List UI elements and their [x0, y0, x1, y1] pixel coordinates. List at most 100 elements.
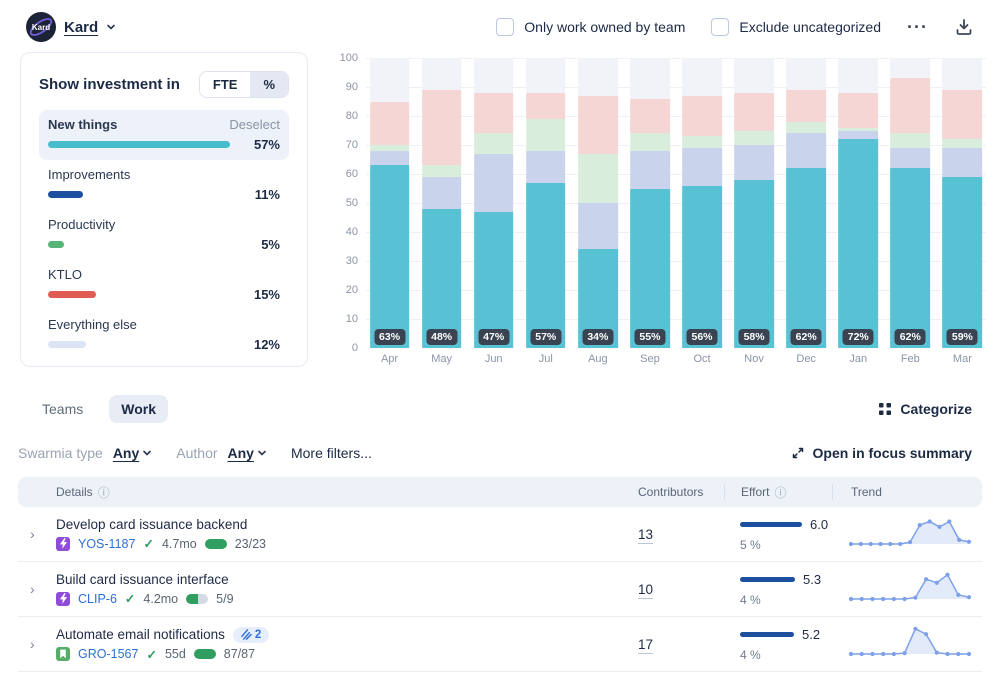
category-row-productivity[interactable]: Productivity5% [39, 210, 289, 260]
topbar: Kard Kard Only work owned by team Exclud… [0, 0, 1000, 50]
trend-sparkline [846, 512, 974, 552]
info-icon[interactable]: ⓘ [98, 484, 110, 501]
category-color-bar [48, 241, 64, 248]
bar-column-feb[interactable]: 62%Feb [888, 58, 933, 348]
bar-column-jun[interactable]: 47%Jun [471, 58, 516, 348]
fte-percent-toggle: FTE % [199, 71, 289, 98]
x-tick-label: Jan [836, 353, 881, 365]
bar-column-nov[interactable]: 58%Nov [732, 58, 777, 348]
work-item-title[interactable]: Develop card issuance backend [56, 517, 247, 532]
bar-stack [786, 58, 826, 348]
bar-column-oct[interactable]: 56%Oct [679, 58, 724, 348]
tab-teams[interactable]: Teams [30, 395, 95, 423]
bar-segment-new-things [474, 212, 514, 348]
row-expander-icon[interactable]: › [30, 581, 44, 597]
deselect-link[interactable]: Deselect [229, 117, 280, 132]
exclude-uncategorized-checkbox-group[interactable]: Exclude uncategorized [711, 18, 881, 36]
bar-segment-ktlo [578, 96, 618, 154]
work-item-title[interactable]: Build card issuance interface [56, 572, 229, 587]
exclude-uncategorized-label: Exclude uncategorized [739, 19, 881, 35]
bar-segment-new-things [422, 209, 462, 348]
bar-segment-new-things [370, 165, 410, 348]
bar-segment-improvements [838, 131, 878, 140]
more-menu-icon[interactable]: ··· [907, 17, 928, 38]
bar-column-may[interactable]: 48%May [419, 58, 464, 348]
exclude-uncategorized-checkbox[interactable] [711, 18, 729, 36]
bar-segment-everything-else [474, 58, 514, 93]
x-tick-label: Aug [575, 353, 620, 365]
issue-key-link[interactable]: GRO-1567 [78, 647, 138, 661]
row-expander-icon[interactable]: › [30, 636, 44, 652]
bar-value-pill: 57% [530, 329, 561, 345]
issue-key-link[interactable]: YOS-1187 [78, 537, 135, 551]
bar-stack [838, 58, 878, 348]
bar-column-dec[interactable]: 62%Dec [784, 58, 829, 348]
effort-value: 5.3 [803, 572, 821, 587]
issue-key-link[interactable]: CLIP-6 [78, 592, 117, 606]
chevron-down-icon [106, 22, 116, 32]
download-icon[interactable] [954, 17, 974, 37]
tab-work[interactable]: Work [109, 395, 168, 423]
bar-column-jul[interactable]: 57%Jul [523, 58, 568, 348]
bar-segment-productivity [682, 136, 722, 148]
category-row-improvements[interactable]: Improvements11% [39, 160, 289, 210]
bar-segment-new-things [890, 168, 930, 348]
row-expander-icon[interactable]: › [30, 526, 44, 542]
only-team-checkbox[interactable] [496, 18, 514, 36]
contributors-count[interactable]: 13 [638, 527, 653, 544]
bar-segment-ktlo [370, 102, 410, 146]
bar-segment-improvements [682, 148, 722, 186]
team-name[interactable]: Kard [64, 19, 98, 36]
bar-value-pill: 47% [478, 329, 509, 345]
more-filters-button[interactable]: More filters... [291, 445, 372, 461]
contributors-count[interactable]: 17 [638, 637, 653, 654]
progress-count: 87/87 [224, 647, 255, 661]
category-row-everything-else[interactable]: Everything else12% [39, 310, 289, 360]
toggle-percent[interactable]: % [250, 72, 288, 97]
bar-value-pill: 48% [426, 329, 457, 345]
bar-segment-new-things [943, 177, 983, 348]
chart-bars: 63%Apr48%May47%Jun57%Jul34%Aug55%Sep56%O… [366, 58, 986, 348]
contributors-count[interactable]: 10 [638, 582, 653, 599]
open-focus-summary-button[interactable]: Open in focus summary [791, 445, 972, 461]
author-dropdown[interactable]: Any [228, 445, 267, 461]
bar-value-pill: 62% [895, 329, 926, 345]
col-details-label: Details [56, 485, 93, 499]
team-selector[interactable]: Kard Kard [26, 12, 116, 42]
table-row: ›Build card issuance interfaceCLIP-6✓4.2… [18, 562, 982, 617]
categorize-label: Categorize [900, 401, 972, 417]
checkmark-icon: ✓ [143, 536, 153, 551]
bar-segment-improvements [890, 148, 930, 168]
duration: 4.2mo [143, 592, 178, 606]
categorize-button[interactable]: Categorize [878, 401, 972, 417]
bar-column-mar[interactable]: 59%Mar [940, 58, 985, 348]
category-row-ktlo[interactable]: KTLO15% [39, 260, 289, 310]
bar-column-jan[interactable]: 72%Jan [836, 58, 881, 348]
epic-icon [56, 537, 70, 551]
work-item-title[interactable]: Automate email notifications [56, 627, 225, 642]
open-focus-summary-label: Open in focus summary [813, 445, 972, 461]
bar-column-apr[interactable]: 63%Apr [367, 58, 412, 348]
effort-value: 5.2 [802, 627, 820, 642]
only-team-checkbox-group[interactable]: Only work owned by team [496, 18, 685, 36]
effort-bar [740, 522, 802, 527]
bar-segment-ktlo [682, 96, 722, 137]
bar-stack [734, 58, 774, 348]
view-tabs: Teams Work [30, 395, 168, 423]
y-tick-label: 0 [352, 342, 358, 354]
toggle-fte[interactable]: FTE [200, 72, 251, 97]
info-icon[interactable]: ⓘ [774, 484, 786, 501]
bar-stack [682, 58, 722, 348]
category-name: Improvements [48, 167, 130, 182]
scope-count-badge[interactable]: 2 [233, 627, 269, 643]
progress-pill [186, 594, 208, 604]
swarmia-type-dropdown[interactable]: Any [113, 445, 152, 461]
story-icon [56, 647, 70, 661]
bar-segment-productivity [943, 139, 983, 148]
bar-column-aug[interactable]: 34%Aug [575, 58, 620, 348]
work-table: Details ⓘ Contributors Effort ⓘ Trend ›D… [18, 477, 982, 672]
bar-column-sep[interactable]: 55%Sep [627, 58, 672, 348]
trend-cell [832, 512, 982, 557]
bar-segment-improvements [734, 145, 774, 180]
category-row-new-things[interactable]: New thingsDeselect57% [39, 110, 289, 160]
